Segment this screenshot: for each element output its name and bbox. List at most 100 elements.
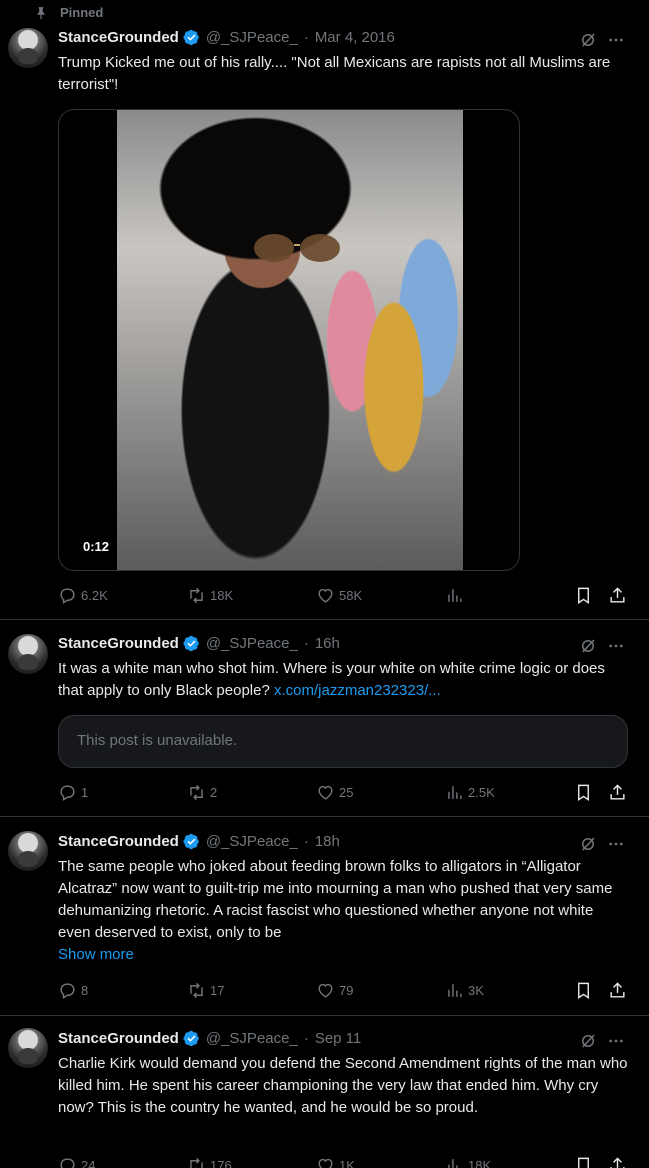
post-header: StanceGrounded @_SJPeace_ · 16h [58, 635, 340, 652]
repost-button[interactable]: 2 [187, 783, 217, 802]
like-icon [316, 1156, 335, 1168]
repost-count: 17 [210, 983, 225, 998]
views-button[interactable]: 2.5K [445, 783, 495, 802]
share-icon [608, 981, 627, 1000]
views-button[interactable] [445, 586, 468, 605]
video-player[interactable]: 0:12 [58, 109, 520, 571]
display-name[interactable]: StanceGrounded [58, 1030, 179, 1047]
video-duration: 0:12 [77, 536, 116, 557]
post-timestamp[interactable]: 18h [315, 833, 340, 850]
user-handle[interactable]: @_SJPeace_ [206, 29, 298, 46]
user-handle[interactable]: @_SJPeace_ [206, 833, 298, 850]
repost-icon [187, 586, 206, 605]
like-button[interactable]: 25 [316, 783, 353, 802]
like-button[interactable]: 58K [316, 586, 362, 605]
repost-count: 176 [210, 1158, 232, 1168]
bookmark-button[interactable] [574, 1156, 593, 1168]
share-icon [608, 586, 627, 605]
reply-icon [58, 586, 77, 605]
views-count: 18K [468, 1158, 492, 1168]
views-button[interactable]: 18K [445, 1156, 491, 1168]
reply-count: 8 [81, 983, 89, 998]
grok-icon[interactable] [579, 637, 597, 655]
post-link[interactable]: x.com/jazzman232323/... [274, 682, 441, 699]
timeline: Pinned StanceGrounded @_SJPeace_ · Mar 4… [0, 0, 649, 1168]
reply-icon [58, 981, 77, 1000]
display-name[interactable]: StanceGrounded [58, 833, 179, 850]
repost-button[interactable]: 17 [187, 981, 224, 1000]
post[interactable]: StanceGrounded @_SJPeace_ · Sep 11 Charl… [0, 1016, 649, 1168]
repost-icon [187, 981, 206, 1000]
repost-icon [187, 783, 206, 802]
action-bar: 8 17 79 3K [58, 981, 628, 1001]
more-icon[interactable] [607, 31, 625, 49]
post[interactable]: StanceGrounded @_SJPeace_ · 16h It was a… [0, 620, 649, 817]
reply-icon [58, 1156, 77, 1168]
bookmark-button[interactable] [574, 981, 593, 1000]
bookmark-icon [574, 981, 593, 1000]
reply-button[interactable]: 24 [58, 1156, 95, 1168]
user-handle[interactable]: @_SJPeace_ [206, 1030, 298, 1047]
repost-button[interactable]: 176 [187, 1156, 232, 1168]
avatar[interactable] [8, 634, 48, 674]
reply-button[interactable]: 1 [58, 783, 88, 802]
reply-button[interactable]: 6.2K [58, 586, 108, 605]
like-icon [316, 586, 335, 605]
post-timestamp[interactable]: Mar 4, 2016 [315, 29, 395, 46]
pinned-label: Pinned [60, 5, 104, 20]
display-name[interactable]: StanceGrounded [58, 635, 179, 652]
user-handle[interactable]: @_SJPeace_ [206, 635, 298, 652]
avatar[interactable] [8, 28, 48, 68]
reply-button[interactable]: 8 [58, 981, 88, 1000]
post[interactable]: StanceGrounded @_SJPeace_ · 18h The same… [0, 817, 649, 1016]
share-icon [608, 1156, 627, 1168]
bookmark-icon [574, 783, 593, 802]
share-button[interactable] [608, 783, 627, 802]
like-button[interactable]: 79 [316, 981, 353, 1000]
reply-count: 24 [81, 1158, 96, 1168]
more-icon[interactable] [607, 1032, 625, 1050]
display-name[interactable]: StanceGrounded [58, 29, 179, 46]
avatar[interactable] [8, 831, 48, 871]
views-count: 2.5K [468, 785, 495, 800]
repost-count: 18K [210, 588, 234, 603]
separator: · [303, 29, 309, 46]
post-timestamp[interactable]: 16h [315, 635, 340, 652]
more-icon[interactable] [607, 637, 625, 655]
separator: · [303, 635, 309, 652]
views-icon [445, 1156, 464, 1168]
verified-badge-icon [183, 29, 200, 46]
unavailable-quote-card: This post is unavailable. [58, 715, 628, 768]
views-button[interactable]: 3K [445, 981, 484, 1000]
pinned-indicator: Pinned [34, 5, 103, 20]
share-icon [608, 783, 627, 802]
bookmark-button[interactable] [574, 586, 593, 605]
separator: · [303, 833, 309, 850]
grok-icon[interactable] [579, 31, 597, 49]
bookmark-button[interactable] [574, 783, 593, 802]
post-text: It was a white man who shot him. Where i… [58, 658, 628, 702]
bookmark-icon [574, 586, 593, 605]
views-icon [445, 981, 464, 1000]
reply-count: 1 [81, 785, 89, 800]
grok-icon[interactable] [579, 1032, 597, 1050]
post-timestamp[interactable]: Sep 11 [315, 1030, 361, 1047]
share-button[interactable] [608, 1156, 627, 1168]
like-button[interactable]: 1K [316, 1156, 355, 1168]
post-header: StanceGrounded @_SJPeace_ · Mar 4, 2016 [58, 29, 395, 46]
like-count: 25 [339, 785, 354, 800]
avatar[interactable] [8, 1028, 48, 1068]
post-pinned[interactable]: Pinned StanceGrounded @_SJPeace_ · Mar 4… [0, 0, 649, 620]
like-count: 58K [339, 588, 363, 603]
like-count: 79 [339, 983, 354, 998]
action-bar: 1 2 25 2.5K [58, 783, 628, 803]
video-thumbnail[interactable] [117, 110, 463, 570]
grok-icon[interactable] [579, 835, 597, 853]
separator: · [303, 1030, 309, 1047]
show-more-link[interactable]: Show more [58, 944, 628, 966]
repost-button[interactable]: 18K [187, 586, 233, 605]
reply-icon [58, 783, 77, 802]
share-button[interactable] [608, 981, 627, 1000]
share-button[interactable] [608, 586, 627, 605]
more-icon[interactable] [607, 835, 625, 853]
